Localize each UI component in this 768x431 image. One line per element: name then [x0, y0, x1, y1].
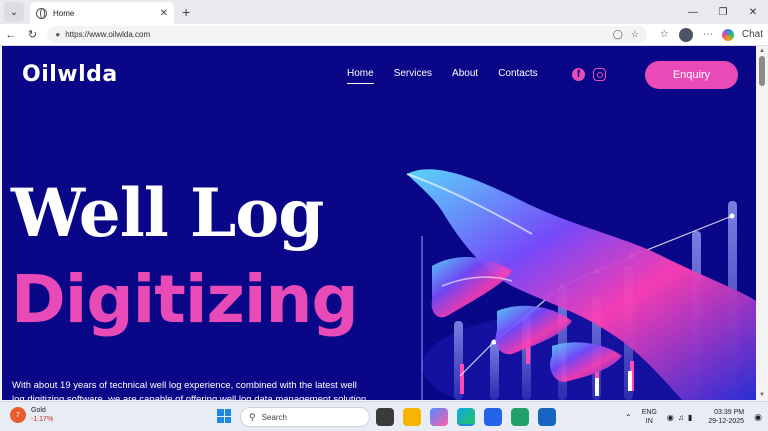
- language-indicator[interactable]: ENG IN: [642, 408, 657, 426]
- edge-browser-icon[interactable]: [457, 408, 475, 426]
- app-icon[interactable]: [511, 408, 529, 426]
- restore-button[interactable]: ❐: [708, 0, 738, 24]
- notification-bell-icon[interactable]: ◉: [754, 412, 762, 423]
- clock[interactable]: 03:39 PM 29-12-2025: [708, 408, 744, 426]
- scrollbar-thumb[interactable]: [759, 56, 765, 86]
- minimize-button[interactable]: —: [678, 0, 708, 24]
- gold-widget-icon: 7: [10, 407, 26, 423]
- nav-services[interactable]: Services: [394, 68, 432, 84]
- tab-list-button[interactable]: ⌄: [4, 2, 24, 22]
- address-bar[interactable]: ● https://www.oilwlda.com ◯ ☆: [47, 26, 647, 43]
- widget-change: -1.17%: [31, 416, 54, 423]
- task-view-icon[interactable]: [376, 408, 394, 426]
- back-button[interactable]: ←: [0, 24, 22, 46]
- start-button[interactable]: [217, 409, 231, 423]
- social-links: f: [572, 68, 606, 81]
- facebook-icon[interactable]: f: [572, 68, 585, 81]
- network-volume-battery-icons[interactable]: ◉♫▮: [667, 413, 696, 422]
- windows-taskbar: 7 Gold -1.17% ⚲ Search ⌃ ENG IN ◉♫▮ 03:3…: [0, 401, 768, 431]
- tab-title: Home: [53, 8, 75, 18]
- clock-time: 03:39 PM: [714, 409, 745, 416]
- nav-contacts[interactable]: Contacts: [498, 68, 537, 84]
- hero-title-line1: Well Log: [11, 174, 324, 252]
- file-explorer-icon[interactable]: [403, 408, 421, 426]
- globe-icon: [36, 7, 47, 19]
- widget-label: Gold: [31, 407, 46, 414]
- search-placeholder: Search: [261, 412, 287, 422]
- hero-hand-illustration: [406, 169, 756, 400]
- taskbar-search[interactable]: ⚲ Search: [240, 407, 370, 427]
- scroll-down-icon[interactable]: ▼: [759, 392, 765, 398]
- address-toolbar: ← ↻ ● https://www.oilwlda.com ◯ ☆ ☆ ⋯ Ch…: [0, 24, 768, 46]
- close-window-button[interactable]: ✕: [738, 0, 768, 24]
- nav-home[interactable]: Home: [347, 68, 374, 84]
- site-logo[interactable]: Oilwlda: [22, 62, 118, 87]
- profile-avatar[interactable]: [678, 27, 693, 42]
- widgets-button[interactable]: 7 Gold -1.17%: [10, 406, 53, 424]
- more-menu-icon[interactable]: ⋯: [703, 29, 713, 40]
- browser-tools: ☆ ⋯ Chat: [655, 27, 768, 42]
- tab-home[interactable]: Home ✕: [30, 2, 174, 24]
- microsoft-store-icon[interactable]: [484, 408, 502, 426]
- page-scrollbar[interactable]: ▲ ▼: [756, 46, 768, 400]
- outlook-icon[interactable]: [538, 408, 556, 426]
- enquiry-button[interactable]: Enquiry: [645, 61, 738, 89]
- taskbar-apps: [376, 408, 556, 426]
- show-hidden-icons[interactable]: ⌃: [625, 413, 632, 422]
- system-tray: ⌃ ENG IN ◉♫▮ 03:39 PM 29-12-2025 ◉: [625, 408, 762, 426]
- clock-date: 29-12-2025: [708, 418, 745, 425]
- main-nav: Home Services About Contacts: [347, 68, 538, 84]
- hero-title-line2: Digitizing: [11, 261, 359, 338]
- favorite-star-icon[interactable]: ☆: [631, 29, 639, 40]
- copilot-chat-button[interactable]: Chat: [721, 28, 768, 41]
- copilot-icon: [721, 28, 734, 41]
- new-tab-button[interactable]: +: [182, 4, 190, 20]
- chat-label: Chat: [741, 29, 763, 40]
- refresh-button[interactable]: ↻: [22, 24, 44, 46]
- close-tab-icon[interactable]: ✕: [160, 8, 168, 19]
- window-controls: — ❐ ✕: [678, 0, 768, 24]
- copilot-app-icon[interactable]: [430, 408, 448, 426]
- search-icon: ⚲: [249, 411, 256, 422]
- url-text[interactable]: https://www.oilwlda.com: [65, 30, 605, 39]
- lang-region: IN: [645, 418, 653, 425]
- lock-icon[interactable]: ●: [55, 30, 60, 39]
- favorites-icon[interactable]: ☆: [660, 29, 669, 40]
- hero-description: With about 19 years of technical well lo…: [12, 380, 367, 400]
- tab-strip: ⌄ Home ✕ + — ❐ ✕: [0, 0, 768, 24]
- reading-mode-icon[interactable]: ◯: [613, 29, 623, 40]
- nav-about[interactable]: About: [452, 68, 478, 84]
- chevron-down-icon: ⌄: [9, 6, 19, 18]
- web-page: Oilwlda Home Services About Contacts f E…: [2, 46, 756, 400]
- instagram-icon[interactable]: [593, 68, 606, 81]
- scroll-up-icon[interactable]: ▲: [759, 48, 765, 54]
- lang-code: ENG: [641, 409, 657, 416]
